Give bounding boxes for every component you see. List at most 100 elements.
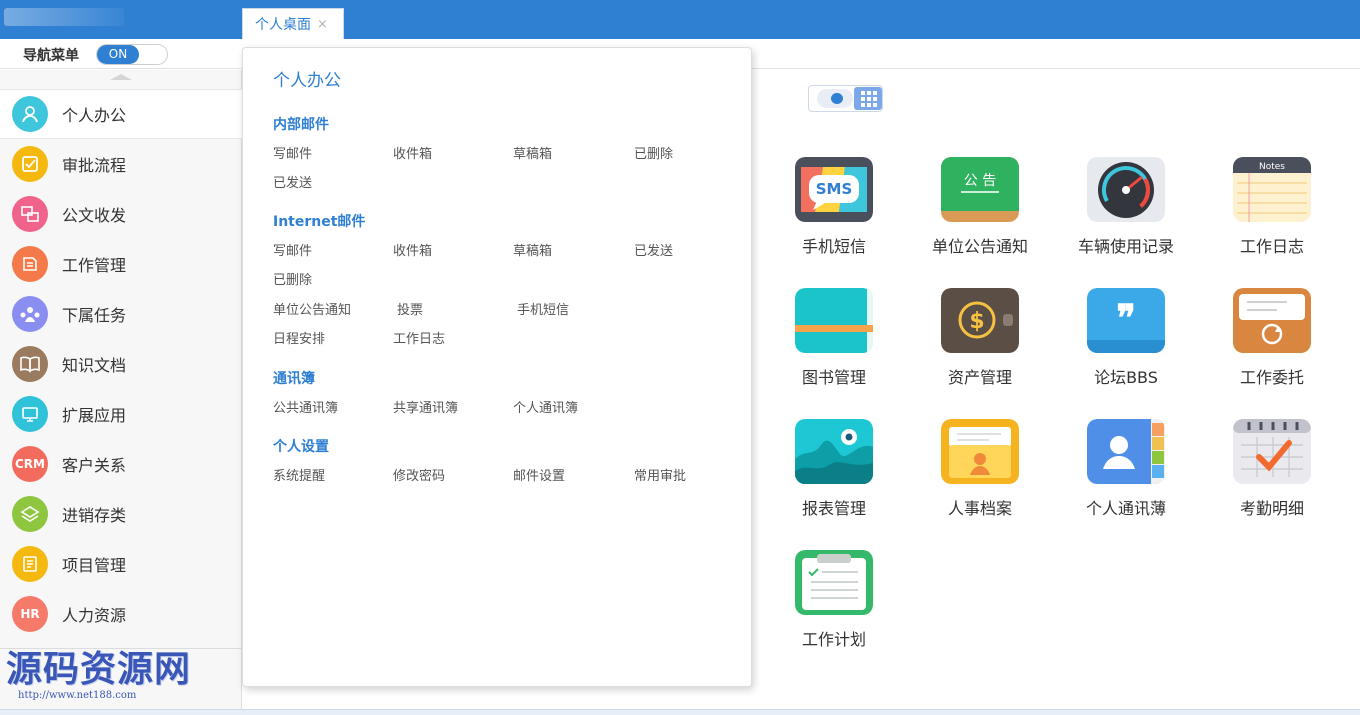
- menu-item-drafts[interactable]: 草稿箱: [513, 240, 552, 259]
- menu-item-public-contacts[interactable]: 公共通讯簿: [273, 397, 338, 416]
- user-icon: [12, 96, 48, 132]
- app-label: 车辆使用记录: [1077, 237, 1174, 256]
- sms-icon-text: SMS: [816, 180, 853, 198]
- close-icon[interactable]: ×: [317, 17, 328, 32]
- sidebar-item-inventory[interactable]: 进销存类: [0, 489, 242, 539]
- sms-icon: SMS: [795, 157, 873, 222]
- menu-item-shared-contacts[interactable]: 共享通讯簿: [393, 397, 458, 416]
- app-label: 单位公告通知: [931, 237, 1028, 256]
- document-transfer-icon: [12, 196, 48, 232]
- dollar-icon-text: $: [969, 309, 984, 334]
- app-work-log[interactable]: Notes 工作日志: [1202, 157, 1342, 277]
- sidebar-item-label: 公文收发: [62, 206, 127, 225]
- menu-item-work-log[interactable]: 工作日志: [393, 328, 445, 347]
- menu-item-sent[interactable]: 已发送: [634, 240, 673, 259]
- attendance-icon: [1233, 419, 1311, 484]
- menu-item-drafts[interactable]: 草稿箱: [513, 143, 552, 162]
- app-contacts[interactable]: 个人通讯薄: [1056, 419, 1196, 539]
- tab-label: 个人桌面: [255, 17, 311, 33]
- menu-item-personal-contacts[interactable]: 个人通讯簿: [513, 397, 578, 416]
- grid-view-icon[interactable]: [854, 87, 882, 110]
- menu-item-deleted[interactable]: 已删除: [634, 143, 673, 162]
- personnel-file-icon: [941, 419, 1019, 484]
- sidebar-item-personal-office[interactable]: 个人办公: [0, 89, 242, 139]
- sidebar-item-label: 知识文档: [62, 356, 127, 375]
- sidebar-item-approval[interactable]: 审批流程: [0, 139, 242, 189]
- app-label: 论坛BBS: [1094, 368, 1158, 387]
- app-notice[interactable]: 公 告 单位公告通知: [910, 157, 1050, 277]
- book-icon: [795, 288, 873, 353]
- sidebar-item-subordinate-tasks[interactable]: 下属任务: [0, 289, 242, 339]
- sidebar-item-extensions[interactable]: 扩展应用: [0, 389, 242, 439]
- project-icon: [12, 546, 48, 582]
- app-personnel[interactable]: 人事档案: [910, 419, 1050, 539]
- app-label: 人事档案: [947, 499, 1012, 518]
- sidebar-item-knowledge[interactable]: 知识文档: [0, 339, 242, 389]
- menu-item-compose-mail[interactable]: 写邮件: [273, 240, 312, 259]
- team-icon: [12, 296, 48, 332]
- status-strip: [0, 709, 1360, 715]
- menu-item-change-password[interactable]: 修改密码: [393, 465, 445, 484]
- menu-item-system-reminder[interactable]: 系统提醒: [273, 465, 325, 484]
- app-assets[interactable]: $ 资产管理: [910, 288, 1050, 408]
- notice-board-icon: 公 告: [941, 157, 1019, 222]
- app-delegate[interactable]: 工作委托: [1202, 288, 1342, 408]
- nav-menu-label: 导航菜单: [23, 48, 79, 64]
- app-work-plan[interactable]: 工作计划: [764, 550, 904, 670]
- menu-item-common-approval[interactable]: 常用审批: [634, 465, 686, 484]
- scroll-up-icon[interactable]: [110, 74, 132, 80]
- menu-item-sms[interactable]: 手机短信: [517, 299, 569, 318]
- sidebar-item-documents[interactable]: 公文收发: [0, 189, 242, 239]
- app-label: 个人通讯薄: [1085, 499, 1166, 518]
- app-label: 工作日志: [1239, 237, 1304, 256]
- sidebar-item-work-management[interactable]: 工作管理: [0, 239, 242, 289]
- crm-badge: CRM: [15, 457, 45, 471]
- sidebar-item-label: 工作管理: [62, 256, 127, 275]
- toggle-on-label: ON: [97, 45, 139, 64]
- menu-item-inbox[interactable]: 收件箱: [393, 143, 432, 162]
- menu-item-sent[interactable]: 已发送: [273, 172, 312, 191]
- section-internal-mail: 内部邮件: [273, 117, 329, 133]
- menu-item-deleted[interactable]: 已删除: [273, 269, 312, 288]
- book-icon: [12, 346, 48, 382]
- app-label: 资产管理: [947, 368, 1012, 387]
- app-reports[interactable]: 报表管理: [764, 419, 904, 539]
- menu-item-compose-mail[interactable]: 写邮件: [273, 143, 312, 162]
- app-label: 考勤明细: [1239, 499, 1304, 518]
- hr-icon: HR: [12, 596, 48, 632]
- menu-item-notice[interactable]: 单位公告通知: [273, 299, 351, 318]
- menu-item-vote[interactable]: 投票: [397, 299, 423, 318]
- sidebar-item-crm[interactable]: CRM 客户关系: [0, 439, 242, 489]
- menu-title: 个人办公: [273, 71, 341, 91]
- sidebar-item-hr[interactable]: HR 人力资源: [0, 589, 242, 639]
- wallet-icon: $: [941, 288, 1019, 353]
- app-label: 手机短信: [801, 237, 866, 256]
- app-sms[interactable]: SMS 手机短信: [764, 157, 904, 277]
- app-attendance[interactable]: 考勤明细: [1202, 419, 1342, 539]
- sidebar: 个人办公 审批流程 公文收发 工作管理 下属任务 知识文档 扩展应用 CRM 客…: [0, 70, 242, 715]
- menu-item-mail-settings[interactable]: 邮件设置: [513, 465, 565, 484]
- crm-icon: CRM: [12, 446, 48, 482]
- watermark-url: http://www.net188.com: [18, 690, 137, 701]
- nav-menu-toggle[interactable]: ON: [96, 44, 168, 65]
- notes-icon: Notes: [1233, 157, 1311, 222]
- watermark-title: 源码资源网: [6, 648, 192, 690]
- app-bbs[interactable]: ❞ 论坛BBS: [1056, 288, 1196, 408]
- personal-office-menu: 个人办公 内部邮件 写邮件 收件箱 草稿箱 已删除 已发送 Internet邮件…: [242, 47, 752, 687]
- toggle-dot-icon: [831, 93, 843, 104]
- inventory-icon: [12, 496, 48, 532]
- menu-item-schedule[interactable]: 日程安排: [273, 328, 325, 347]
- sidebar-item-projects[interactable]: 项目管理: [0, 539, 242, 589]
- list-view-toggle[interactable]: [817, 89, 853, 108]
- section-internet-mail: Internet邮件: [273, 214, 366, 230]
- extension-icon: [12, 396, 48, 432]
- top-bar: [0, 0, 1360, 39]
- hr-badge: HR: [20, 607, 40, 621]
- contacts-icon: [1087, 419, 1165, 484]
- tab-personal-desktop[interactable]: 个人桌面 ×: [242, 8, 344, 39]
- speedometer-icon: [1087, 157, 1165, 222]
- app-vehicle[interactable]: 车辆使用记录: [1056, 157, 1196, 277]
- app-library[interactable]: 图书管理: [764, 288, 904, 408]
- menu-item-inbox[interactable]: 收件箱: [393, 240, 432, 259]
- app-label: 图书管理: [801, 368, 866, 387]
